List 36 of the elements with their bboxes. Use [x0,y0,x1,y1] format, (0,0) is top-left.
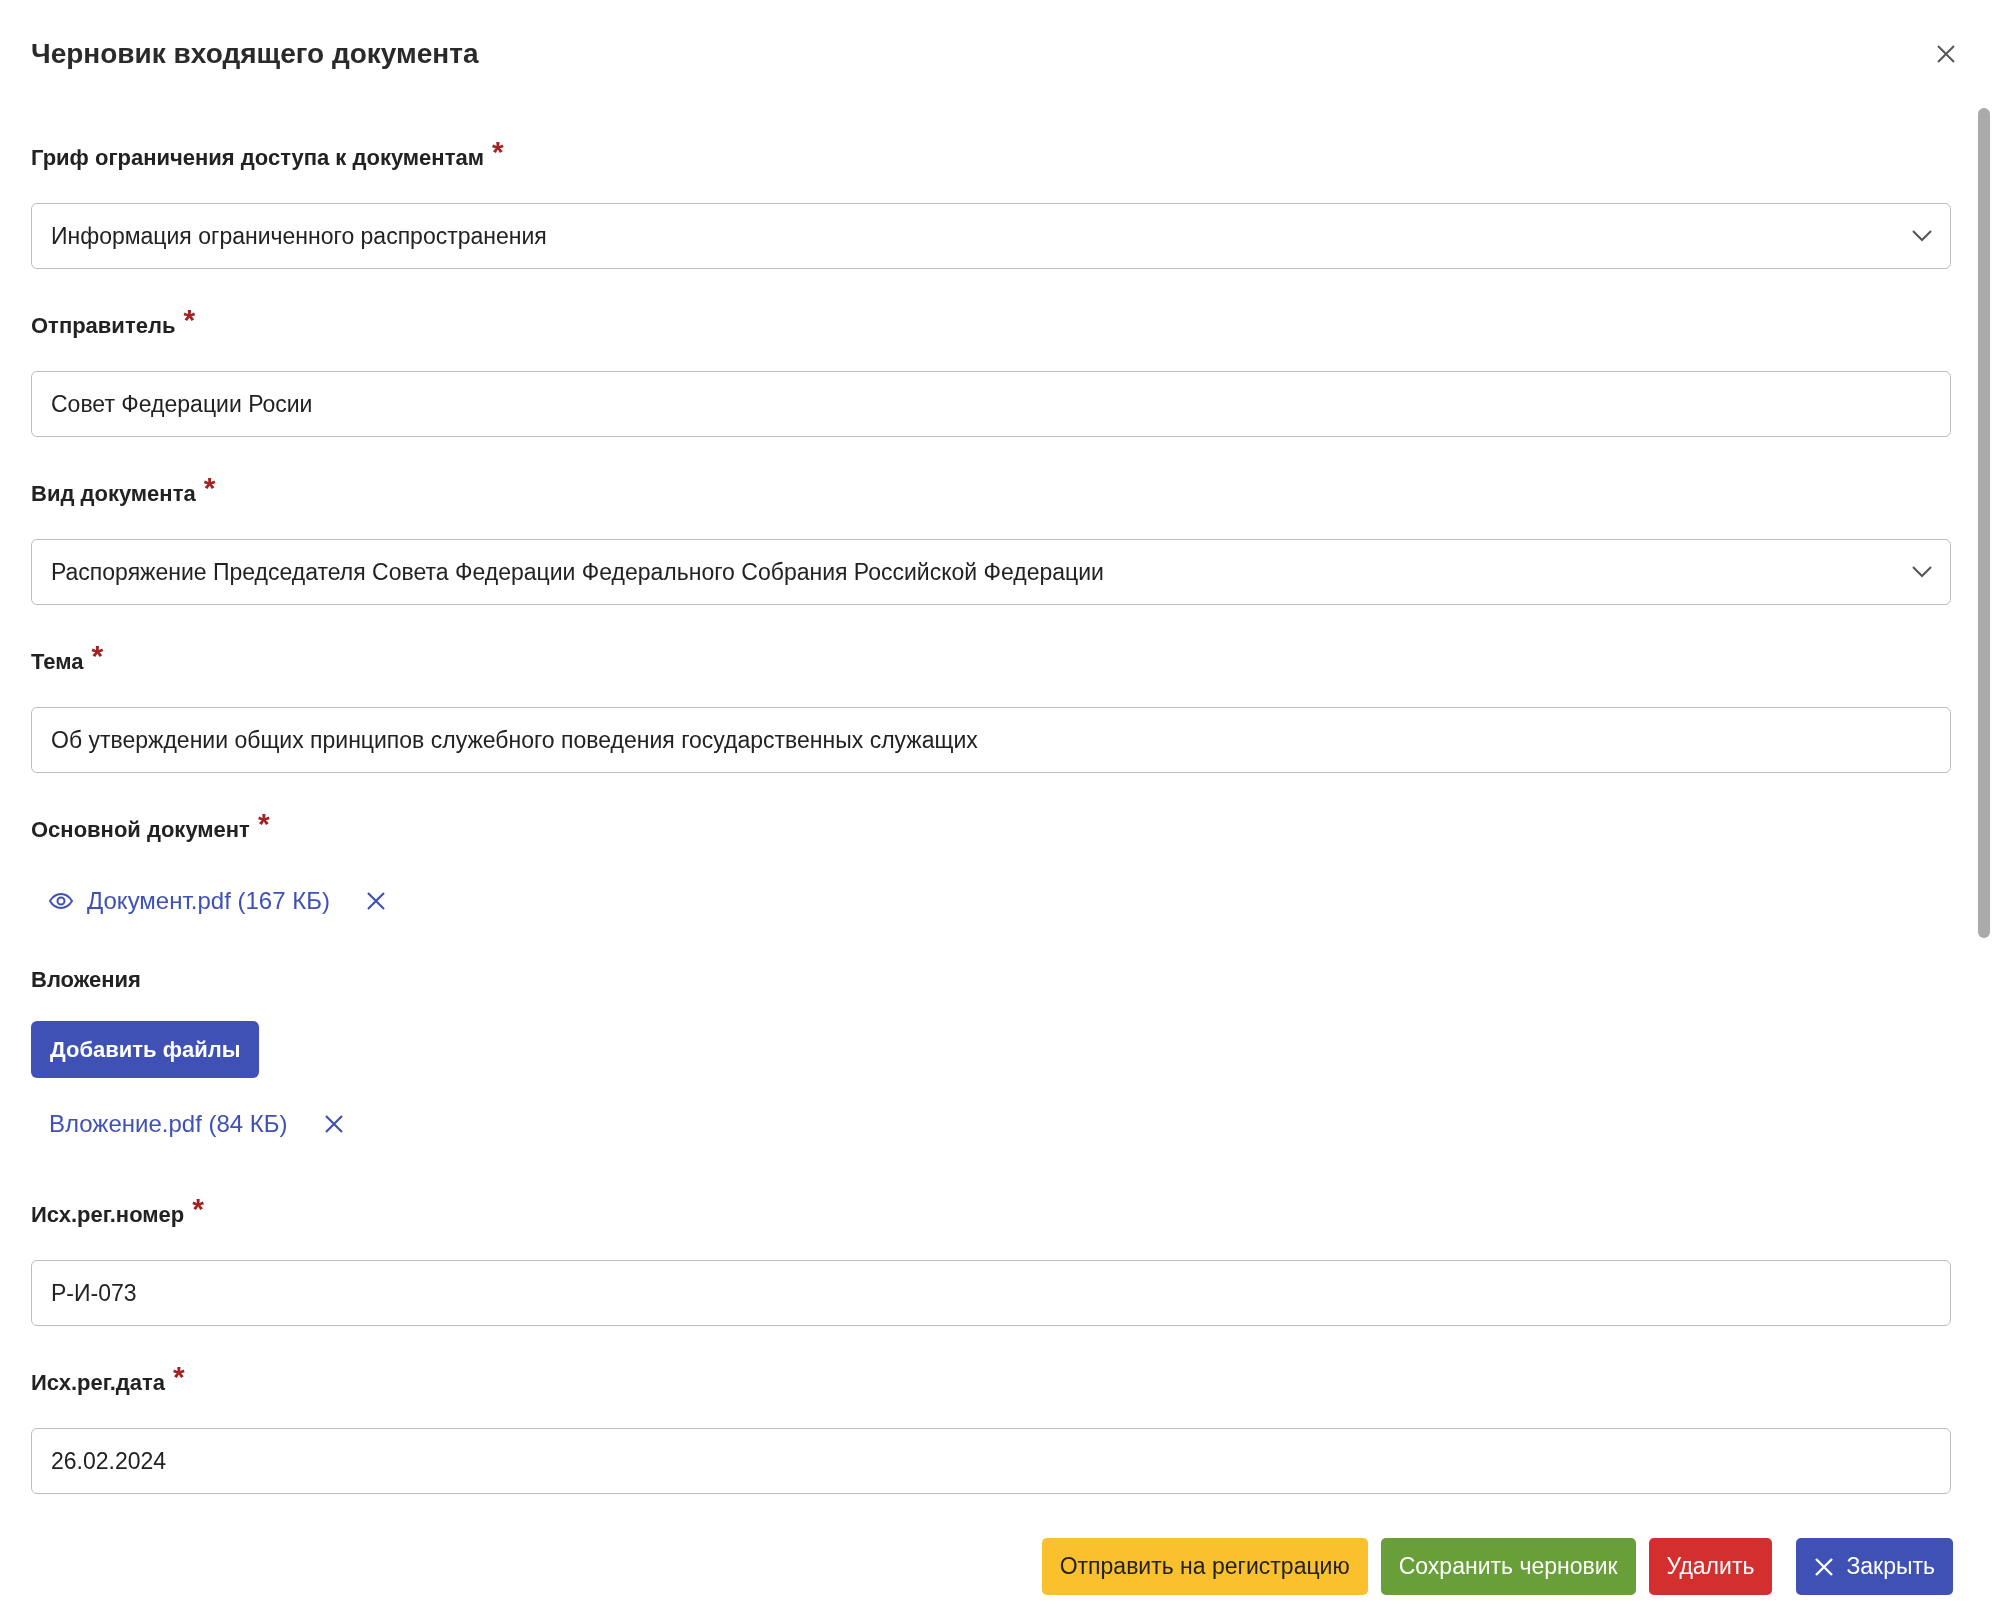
required-mark: * [192,1194,204,1224]
field-label: Исх.рег.дата [31,1370,166,1396]
field-label: Тема [31,649,84,675]
field-label: Гриф ограничения доступа к документам [31,145,484,171]
footer-button[interactable]: Удалить [1648,1538,1773,1595]
field-label: Вложения [31,967,141,993]
input-field[interactable]: Об утверждении общих принципов служебного поведения государственных служащих [31,707,1951,773]
field-label: Исх.рег.номер [31,1202,185,1228]
close-icon[interactable] [1936,44,1956,64]
input-field[interactable]: Совет Федерации Росии [31,371,1951,437]
required-mark: * [173,1362,185,1392]
required-mark: * [183,305,196,335]
input-field[interactable]: Р-И-073 [31,1260,1951,1326]
required-mark: * [491,137,504,167]
field-label: Вид документа [31,481,196,507]
field-label: Основной документ [31,817,250,843]
field-label: Отправитель [31,313,176,339]
close-icon [1814,1556,1835,1577]
file-link[interactable]: Документ.pdf (167 КБ) [87,887,330,915]
remove-icon[interactable] [365,891,386,911]
file-link[interactable]: Вложение.pdf (84 КБ) [49,1110,288,1138]
select-field[interactable]: Информация ограниченного распространения [31,203,1951,269]
select-field[interactable]: Распоряжение Председателя Совета Федерации Федерального Собрания Российской Федерации [31,539,1951,605]
input-field[interactable]: 26.02.2024 [31,1428,1951,1494]
eye-icon[interactable] [49,893,73,909]
scrollbar-thumb[interactable] [1978,108,1990,938]
chevron-down-icon [1912,566,1932,578]
remove-icon[interactable] [323,1114,344,1134]
footer-button[interactable]: Закрыть [1796,1538,1953,1595]
footer-button[interactable]: Отправить на регистрацию [1041,1538,1368,1595]
required-mark: * [257,809,270,839]
chevron-down-icon [1912,230,1932,242]
dialog-title: Черновик входящего документа [31,38,479,70]
add-files-button[interactable]: Добавить файлы [31,1021,260,1078]
required-mark: * [203,473,216,503]
required-mark: * [91,641,104,671]
